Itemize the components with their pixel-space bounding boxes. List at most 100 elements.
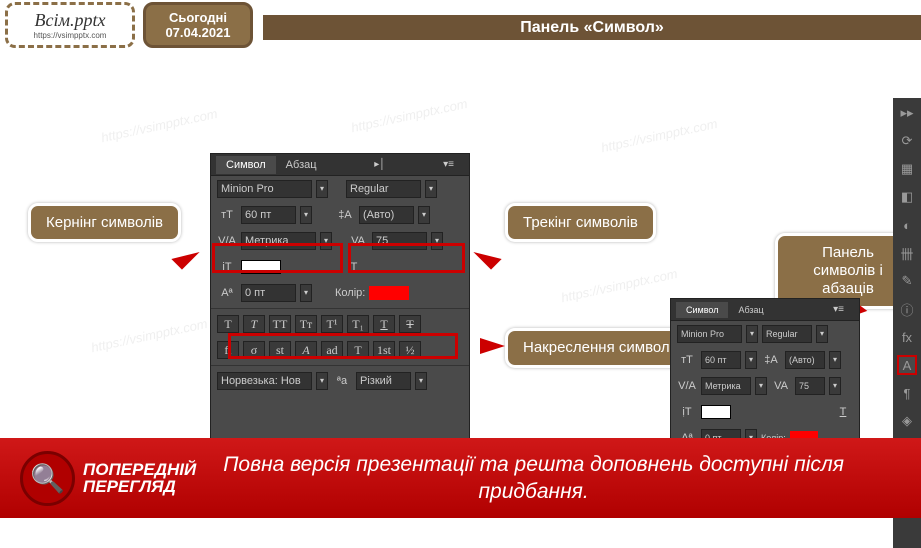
tab-paragraph[interactable]: Абзац	[728, 302, 773, 318]
style-buttons-row: T T TT Tт T¹ T₁ T Ŧ	[211, 311, 469, 337]
watermark: https://vsimpptx.com	[350, 96, 469, 135]
page-title: Панель «Символ»	[263, 15, 921, 40]
tab-paragraph[interactable]: Абзац	[276, 156, 327, 174]
chevron-down-icon[interactable]: ▾	[320, 232, 332, 250]
character-panel-icon[interactable]: A	[897, 355, 917, 375]
font-style-select[interactable]: Regular	[346, 180, 421, 198]
style-btn-strike[interactable]: Ŧ	[399, 315, 421, 333]
info-icon[interactable]: ⓘ	[897, 299, 917, 319]
tab-symbol[interactable]: Символ	[216, 156, 276, 174]
ot-ligatures[interactable]: fi	[217, 341, 239, 359]
chevron-down-icon[interactable]: ▾	[755, 377, 767, 395]
leading-icon: ‡A	[761, 351, 781, 369]
vscale-icon: ịT	[677, 403, 697, 421]
tracking-icon: VA	[348, 232, 368, 250]
font-size-input[interactable]: 60 пт	[701, 351, 741, 369]
chevron-down-icon[interactable]: ▾	[431, 232, 443, 250]
ot-titling[interactable]: T	[347, 341, 369, 359]
callout-kerning: Кернінг символів	[28, 203, 181, 242]
style-btn-italic[interactable]: T	[243, 315, 265, 333]
style-btn-allcaps[interactable]: TT	[269, 315, 291, 333]
tracking-input[interactable]: 75	[372, 232, 427, 250]
stroke-icon: T	[344, 258, 364, 276]
panel-menu-icon[interactable]: ▾≡	[823, 301, 854, 318]
tab-symbol[interactable]: Символ	[676, 302, 728, 318]
ot-fractions[interactable]: ½	[399, 341, 421, 359]
date-label: Сьогодні	[169, 10, 227, 25]
chevron-down-icon[interactable]: ▾	[418, 206, 430, 224]
panel-collapse-icon[interactable]: ▸│	[364, 156, 395, 173]
text-color-swatch[interactable]	[369, 286, 409, 300]
chevron-down-icon[interactable]: ▾	[829, 377, 841, 395]
watermark: https://vsimpptx.com	[90, 316, 209, 355]
aa-icon: ªa	[332, 372, 352, 390]
watermark: https://vsimpptx.com	[560, 266, 679, 305]
brush-icon[interactable]: ✎	[897, 271, 917, 291]
preview-line1: ПОПЕРЕДНІЙ	[83, 461, 196, 478]
properties-icon[interactable]: 卌	[897, 243, 917, 263]
chevron-down-icon[interactable]: ▾	[745, 351, 757, 369]
callout-tracking: Трекінг символів	[505, 203, 656, 242]
expand-icon[interactable]: ▸▸	[897, 103, 917, 123]
paragraph-panel-icon[interactable]: ¶	[897, 383, 917, 403]
font-size-icon: тТ	[217, 206, 237, 224]
chevron-down-icon[interactable]: ▾	[746, 325, 758, 343]
layers-icon[interactable]: ◈	[897, 411, 917, 431]
font-family-select[interactable]: Minion Pro	[677, 325, 742, 343]
ot-contextual[interactable]: σ	[243, 341, 265, 359]
style-btn-underline[interactable]: T	[373, 315, 395, 333]
tracking-input[interactable]: 75	[795, 377, 825, 395]
leading-input[interactable]: (Авто)	[359, 206, 414, 224]
baseline-input[interactable]: 0 пт	[241, 284, 296, 302]
kerning-select[interactable]: Метрика	[701, 377, 751, 395]
logo-url: https://vsimpptx.com	[34, 31, 107, 40]
chevron-down-icon[interactable]: ▾	[829, 351, 841, 369]
style-btn-regular[interactable]: T	[217, 315, 239, 333]
chevron-down-icon[interactable]: ▾	[316, 372, 328, 390]
leading-input[interactable]: (Авто)	[785, 351, 825, 369]
chevron-down-icon[interactable]: ▾	[816, 325, 828, 343]
footer-message: Повна версія презентації та решта доповн…	[196, 451, 921, 506]
kerning-icon: V/A	[677, 377, 697, 395]
panel-menu-icon[interactable]: ▾≡	[433, 156, 464, 173]
chevron-down-icon[interactable]: ▾	[316, 180, 328, 198]
footer-banner: 🔍 ПОПЕРЕДНІЙ ПЕРЕГЛЯД Повна версія презе…	[0, 438, 921, 518]
libraries-icon[interactable]: ◧	[897, 187, 917, 207]
vscale-icon: ịT	[217, 258, 237, 276]
tracking-icon: VA	[771, 377, 791, 395]
style-btn-subscript[interactable]: T₁	[347, 315, 369, 333]
kerning-select[interactable]: Метрика	[241, 232, 316, 250]
font-size-input[interactable]: 60 пт	[241, 206, 296, 224]
chevron-down-icon[interactable]: ▾	[415, 372, 427, 390]
chevron-down-icon[interactable]: ▾	[300, 206, 312, 224]
antialias-select[interactable]: Різкий	[356, 372, 411, 390]
history-icon[interactable]: ⟳	[897, 131, 917, 151]
chevron-down-icon[interactable]: ▾	[425, 180, 437, 198]
logo-tag: Всім.pptx https://vsimpptx.com	[5, 2, 135, 48]
arrow-icon	[473, 241, 501, 269]
date-value: 07.04.2021	[165, 25, 230, 40]
ot-stylistic[interactable]: ad	[321, 341, 343, 359]
language-select[interactable]: Норвезька: Нов	[217, 372, 312, 390]
font-style-select[interactable]: Regular	[762, 325, 812, 343]
ot-discretionary[interactable]: st	[269, 341, 291, 359]
watermark: https://vsimpptx.com	[600, 116, 719, 155]
style-btn-superscript[interactable]: T¹	[321, 315, 343, 333]
font-size-icon: тТ	[677, 351, 697, 369]
style-btn-smallcaps[interactable]: Tт	[295, 315, 317, 333]
fill-color-swatch[interactable]	[241, 260, 281, 274]
font-family-select[interactable]: Minion Pro	[217, 180, 312, 198]
panel-tabs: Символ Абзац ▸│ ▾≡	[211, 154, 469, 176]
styles-icon[interactable]: fx	[897, 327, 917, 347]
adjustments-icon[interactable]: ◐	[897, 215, 917, 235]
swatches-icon[interactable]: ▦	[897, 159, 917, 179]
leading-icon: ‡A	[335, 206, 355, 224]
kerning-icon: V/A	[217, 232, 237, 250]
baseline-icon: Aª	[217, 284, 237, 302]
ot-ordinals[interactable]: 1st	[373, 341, 395, 359]
ot-swash[interactable]: A	[295, 341, 317, 359]
chevron-down-icon[interactable]: ▾	[300, 284, 312, 302]
fill-color-swatch[interactable]	[701, 405, 731, 419]
logo-text: Всім.pptx	[35, 10, 106, 31]
magnifier-icon: 🔍	[30, 462, 65, 495]
